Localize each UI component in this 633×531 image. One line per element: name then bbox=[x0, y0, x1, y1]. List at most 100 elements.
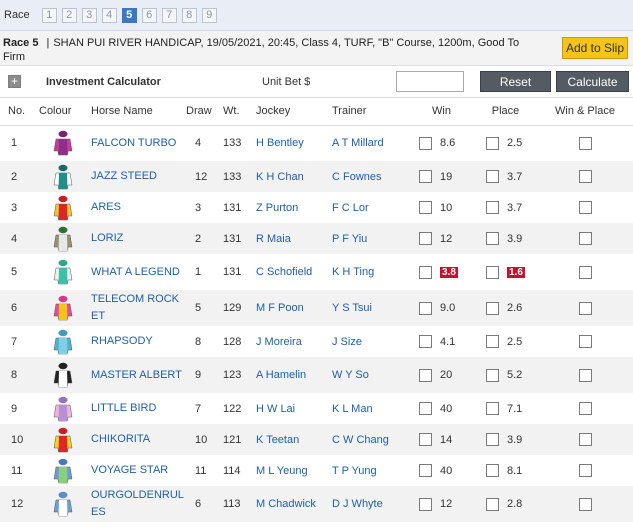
place-checkbox[interactable] bbox=[486, 201, 499, 214]
place-checkbox[interactable] bbox=[486, 497, 499, 511]
unit-bet-input[interactable] bbox=[396, 71, 464, 92]
jockey-link[interactable]: M F Poon bbox=[253, 290, 329, 326]
jockey-name[interactable]: K H Chan bbox=[256, 171, 304, 183]
horse-name-link[interactable]: CHIKORITA bbox=[88, 424, 185, 455]
trainer-name[interactable]: A T Millard bbox=[332, 137, 384, 149]
jockey-name[interactable]: M Chadwick bbox=[256, 498, 316, 510]
win-place-checkbox[interactable] bbox=[578, 497, 592, 511]
jockey-link[interactable]: K Teetan bbox=[253, 424, 329, 455]
place-checkbox[interactable] bbox=[486, 433, 499, 446]
trainer-link[interactable]: K H Ting bbox=[329, 254, 409, 290]
race-tab-5[interactable]: 5 bbox=[121, 7, 137, 23]
jockey-name[interactable]: C Schofield bbox=[256, 266, 312, 278]
jockey-name[interactable]: A Hamelin bbox=[256, 369, 306, 381]
win-place-checkbox[interactable] bbox=[578, 265, 592, 279]
jockey-link[interactable]: J Moreira bbox=[253, 326, 329, 357]
jockey-link[interactable]: H Bentley bbox=[253, 125, 329, 161]
trainer-link[interactable]: C Fownes bbox=[329, 161, 409, 192]
win-checkbox[interactable] bbox=[419, 335, 432, 348]
win-place-checkbox[interactable] bbox=[578, 136, 592, 150]
win-checkbox[interactable] bbox=[419, 232, 432, 245]
place-checkbox[interactable] bbox=[486, 232, 499, 245]
horse-name[interactable]: OURGOLDENRULES bbox=[91, 489, 184, 518]
place-checkbox[interactable] bbox=[486, 464, 499, 477]
horse-name-link[interactable]: ARES bbox=[88, 192, 185, 223]
win-place-checkbox[interactable] bbox=[578, 232, 592, 245]
win-checkbox[interactable] bbox=[419, 368, 432, 382]
jockey-link[interactable]: Z Purton bbox=[253, 192, 329, 223]
race-tab-2[interactable]: 2 bbox=[61, 7, 77, 23]
horse-name-link[interactable]: WHAT A LEGEND bbox=[88, 254, 185, 290]
win-place-checkbox[interactable] bbox=[578, 464, 592, 477]
win-checkbox[interactable] bbox=[419, 265, 432, 279]
jockey-link[interactable]: A Hamelin bbox=[253, 357, 329, 393]
trainer-link[interactable]: F C Lor bbox=[329, 192, 409, 223]
trainer-link[interactable]: W Y So bbox=[329, 357, 409, 393]
jockey-link[interactable]: C Schofield bbox=[253, 254, 329, 290]
jockey-name[interactable]: M L Yeung bbox=[256, 465, 308, 477]
trainer-name[interactable]: C W Chang bbox=[332, 434, 389, 446]
jockey-link[interactable]: R Maia bbox=[253, 223, 329, 254]
race-tab-1[interactable]: 1 bbox=[41, 7, 57, 23]
race-tab-4[interactable]: 4 bbox=[101, 7, 117, 23]
jockey-name[interactable]: K Teetan bbox=[256, 434, 299, 446]
jockey-link[interactable]: K H Chan bbox=[253, 161, 329, 192]
horse-name[interactable]: LORIZ bbox=[91, 232, 123, 244]
jockey-name[interactable]: H W Lai bbox=[256, 403, 295, 415]
horse-name[interactable]: VOYAGE STAR bbox=[91, 464, 168, 476]
horse-name[interactable]: TELECOM ROCKET bbox=[91, 293, 179, 322]
trainer-name[interactable]: K L Man bbox=[332, 403, 373, 415]
win-checkbox[interactable] bbox=[419, 433, 432, 446]
horse-name-link[interactable]: TELECOM ROCKET bbox=[88, 290, 185, 326]
win-checkbox[interactable] bbox=[419, 170, 432, 183]
jockey-name[interactable]: M F Poon bbox=[256, 302, 304, 314]
horse-name[interactable]: JAZZ STEED bbox=[91, 170, 157, 182]
win-checkbox[interactable] bbox=[419, 402, 432, 415]
horse-name[interactable]: WHAT A LEGEND bbox=[91, 266, 180, 278]
race-tab-7[interactable]: 7 bbox=[161, 7, 177, 23]
place-checkbox[interactable] bbox=[486, 136, 499, 150]
horse-name[interactable]: MASTER ALBERT bbox=[91, 369, 182, 381]
trainer-name[interactable]: C Fownes bbox=[332, 171, 382, 183]
win-place-checkbox[interactable] bbox=[578, 368, 592, 382]
jockey-link[interactable]: M Chadwick bbox=[253, 486, 329, 522]
trainer-name[interactable]: F C Lor bbox=[332, 202, 369, 214]
horse-name-link[interactable]: LITTLE BIRD bbox=[88, 393, 185, 424]
horse-name[interactable]: ARES bbox=[91, 201, 121, 213]
trainer-link[interactable]: P F Yiu bbox=[329, 223, 409, 254]
trainer-name[interactable]: T P Yung bbox=[332, 465, 377, 477]
trainer-name[interactable]: W Y So bbox=[332, 369, 369, 381]
trainer-name[interactable]: D J Whyte bbox=[332, 498, 383, 510]
trainer-link[interactable]: K L Man bbox=[329, 393, 409, 424]
calculate-button[interactable]: Calculate bbox=[556, 71, 629, 92]
trainer-link[interactable]: A T Millard bbox=[329, 125, 409, 161]
win-place-checkbox[interactable] bbox=[578, 201, 592, 214]
trainer-name[interactable]: P F Yiu bbox=[332, 233, 367, 245]
trainer-link[interactable]: T P Yung bbox=[329, 455, 409, 486]
place-checkbox[interactable] bbox=[486, 265, 499, 279]
race-tab-9[interactable]: 9 bbox=[201, 7, 217, 23]
win-place-checkbox[interactable] bbox=[578, 402, 592, 415]
place-checkbox[interactable] bbox=[486, 170, 499, 183]
horse-name[interactable]: CHIKORITA bbox=[91, 433, 150, 445]
place-checkbox[interactable] bbox=[486, 402, 499, 415]
trainer-link[interactable]: C W Chang bbox=[329, 424, 409, 455]
place-checkbox[interactable] bbox=[486, 335, 499, 348]
race-tab-6[interactable]: 6 bbox=[141, 7, 157, 23]
win-checkbox[interactable] bbox=[419, 136, 432, 150]
expand-plus-icon[interactable]: + bbox=[8, 75, 21, 88]
win-place-checkbox[interactable] bbox=[578, 433, 592, 446]
jockey-link[interactable]: M L Yeung bbox=[253, 455, 329, 486]
win-checkbox[interactable] bbox=[419, 201, 432, 214]
horse-name-link[interactable]: OURGOLDENRULES bbox=[88, 486, 185, 522]
horse-name-link[interactable]: FALCON TURBO bbox=[88, 125, 185, 161]
win-place-checkbox[interactable] bbox=[578, 335, 592, 348]
win-checkbox[interactable] bbox=[419, 464, 432, 477]
jockey-name[interactable]: H Bentley bbox=[256, 137, 304, 149]
horse-name-link[interactable]: JAZZ STEED bbox=[88, 161, 185, 192]
place-checkbox[interactable] bbox=[486, 301, 499, 315]
trainer-name[interactable]: K H Ting bbox=[332, 266, 374, 278]
horse-name-link[interactable]: RHAPSODY bbox=[88, 326, 185, 357]
horse-name-link[interactable]: VOYAGE STAR bbox=[88, 455, 185, 486]
win-checkbox[interactable] bbox=[419, 497, 432, 511]
